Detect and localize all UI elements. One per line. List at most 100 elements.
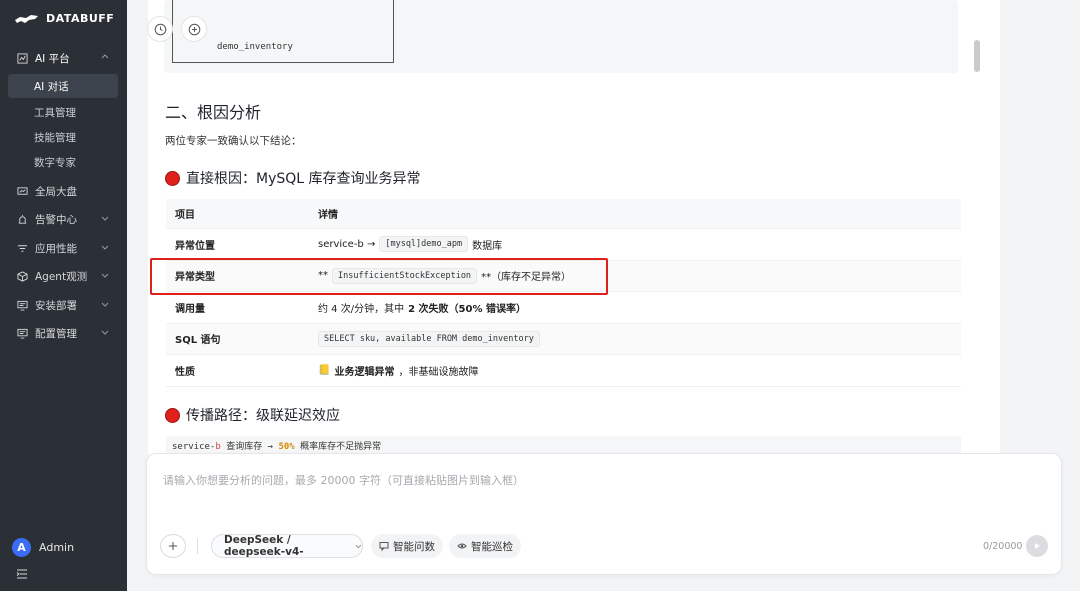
scrollbar-thumb[interactable] (974, 40, 980, 72)
brand-logo[interactable]: DATABUFF (14, 12, 114, 25)
table-row: 调用量 约 4 次/分钟，其中 2 次失败（50% 错误率） (166, 292, 961, 324)
ledger-icon: 📒 (318, 364, 331, 376)
sidebar-item-tool-management[interactable]: 工具管理 (8, 100, 118, 124)
filter-icon (16, 242, 28, 254)
propagation-title: 传播路径：级联延迟效应 (186, 408, 340, 424)
code-line: demo_inventory (217, 42, 293, 52)
smart-ask-button[interactable]: 智能问数 (371, 534, 443, 558)
sidebar: DATABUFF AI 平台 AI 对话 工具管理 技能管理 数字专家 全局大盘… (0, 0, 127, 591)
clock-icon (154, 23, 166, 35)
nav-group-label: 安装部署 (35, 299, 77, 312)
monitor-icon (16, 299, 28, 311)
sidebar-item-label: 数字专家 (34, 156, 76, 169)
detail-bold: 业务逻辑异常 (334, 366, 395, 378)
code-block: demo_inventory (164, 0, 958, 73)
chevron-down-icon (355, 544, 362, 549)
smart-patrol-button[interactable]: 智能巡检 (449, 534, 521, 558)
root-cause-heading: 直接根因：MySQL 库存查询业务异常 (165, 168, 421, 188)
nav-group-alarm-center[interactable]: 告警中心 (0, 206, 127, 232)
chevron-down-icon (101, 245, 109, 250)
eye-icon (457, 543, 467, 549)
table-row: 异常位置 service-b → [mysql]demo_apm 数据库 (166, 229, 961, 261)
panther-logo-icon (15, 14, 38, 23)
alarm-icon (16, 213, 28, 225)
row-item: SQL 语句 (175, 335, 221, 347)
chevron-down-icon (101, 273, 109, 278)
chevron-down-icon (101, 330, 109, 335)
play-icon (1035, 543, 1040, 549)
detail-bold: 2 次失败（50% 错误率） (408, 303, 526, 315)
detail-text: service-b → (318, 238, 376, 250)
nav-group-ai-platform[interactable]: AI 平台 (0, 45, 127, 71)
header-detail: 详情 (318, 210, 338, 221)
row-item: 异常位置 (175, 240, 215, 252)
chart-icon (16, 52, 28, 64)
brand-name: DATABUFF (46, 12, 115, 25)
nav-group-label: 全局大盘 (35, 185, 77, 198)
nav-group-label: 配置管理 (35, 327, 77, 340)
inline-code: SELECT sku, available FROM demo_inventor… (318, 330, 540, 347)
sidebar-item-digital-expert[interactable]: 数字专家 (8, 150, 118, 174)
sidebar-item-label: 技能管理 (34, 131, 76, 144)
code-token: 查询库存 → (220, 442, 279, 452)
propagation-heading: 传播路径：级联延迟效应 (165, 405, 340, 425)
chat-input-panel[interactable]: 请输入你想要分析的问题，最多 20000 字符（可直接粘贴图片到输入框） Dee… (146, 453, 1062, 575)
nav-group-agent-observation[interactable]: Agent观测 (0, 263, 127, 289)
nav-group-global-dashboard[interactable]: 全局大盘 (0, 178, 127, 204)
chevron-up-icon (101, 54, 109, 59)
detail-text: 数据库 (472, 240, 503, 252)
table-header: 项目 详情 (166, 199, 961, 229)
user-name: Admin (39, 541, 75, 554)
section-title: 二、根因分析 (165, 103, 262, 122)
chevron-down-icon (101, 216, 109, 221)
attach-button[interactable] (160, 534, 186, 558)
nav-group-label: 告警中心 (35, 213, 77, 226)
sidebar-item-ai-chat[interactable]: AI 对话 (8, 74, 118, 98)
nav-group-install-deploy[interactable]: 安装部署 (0, 292, 127, 318)
inline-code: [mysql]demo_apm (379, 236, 469, 253)
chat-input[interactable]: 请输入你想要分析的问题，最多 20000 字符（可直接粘贴图片到输入框） (163, 472, 524, 488)
plus-circle-icon (188, 23, 200, 35)
send-button[interactable] (1026, 535, 1048, 557)
row-detail: 约 4 次/分钟，其中 2 次失败（50% 错误率） (318, 300, 526, 315)
plus-icon (169, 542, 177, 550)
nav-group-label: 应用性能 (35, 242, 77, 255)
new-chat-button[interactable] (181, 16, 207, 42)
row-item: 性质 (175, 366, 195, 378)
history-button[interactable] (147, 16, 173, 42)
nav-group-config-management[interactable]: 配置管理 (0, 320, 127, 346)
nav-group-label: AI 平台 (35, 52, 70, 65)
chat-icon (379, 542, 389, 551)
model-select[interactable]: DeepSeek / deepseek-v4- (211, 534, 363, 558)
code-token: service- (172, 442, 216, 452)
code-token: 概率库存不足抛异常 (294, 442, 382, 452)
row-detail: SELECT sku, available FROM demo_inventor… (318, 330, 540, 347)
red-circle-icon (165, 170, 180, 186)
dashboard-icon (16, 185, 28, 197)
sidebar-item-skill-management[interactable]: 技能管理 (8, 125, 118, 149)
collapse-sidebar-icon[interactable] (16, 568, 28, 580)
detail-text: ，非基础设施故障 (398, 366, 479, 378)
red-circle-icon (165, 407, 180, 423)
intro-text: 两位专家一致确认以下结论： (165, 135, 302, 147)
toolbar-divider (197, 538, 198, 554)
smart-ask-label: 智能问数 (393, 540, 435, 553)
chevron-down-icon (101, 302, 109, 307)
avatar: A (12, 538, 31, 557)
row-detail: 📒 业务逻辑异常 ，非基础设施故障 (318, 363, 478, 378)
char-count: 0/20000 (983, 541, 1023, 552)
user-profile[interactable]: A Admin (12, 538, 74, 557)
chat-message-card: demo_inventory 二、根因分析 两位专家一致确认以下结论： 直接根因… (148, 0, 1000, 455)
highlight-annotation-box (150, 258, 608, 295)
nav-group-app-performance[interactable]: 应用性能 (0, 235, 127, 261)
header-item: 项目 (175, 210, 195, 221)
cube-icon (16, 270, 28, 282)
main-area: demo_inventory 二、根因分析 两位专家一致确认以下结论： 直接根因… (127, 0, 1080, 591)
table-row: 性质 📒 业务逻辑异常 ，非基础设施故障 (166, 355, 961, 387)
monitor-icon (16, 327, 28, 339)
row-item: 调用量 (175, 303, 205, 315)
table-row: SQL 语句 SELECT sku, available FROM demo_i… (166, 323, 961, 355)
row-detail: service-b → [mysql]demo_apm 数据库 (318, 236, 503, 253)
smart-patrol-label: 智能巡检 (471, 540, 513, 553)
detail-text: 约 4 次/分钟，其中 (318, 303, 405, 315)
